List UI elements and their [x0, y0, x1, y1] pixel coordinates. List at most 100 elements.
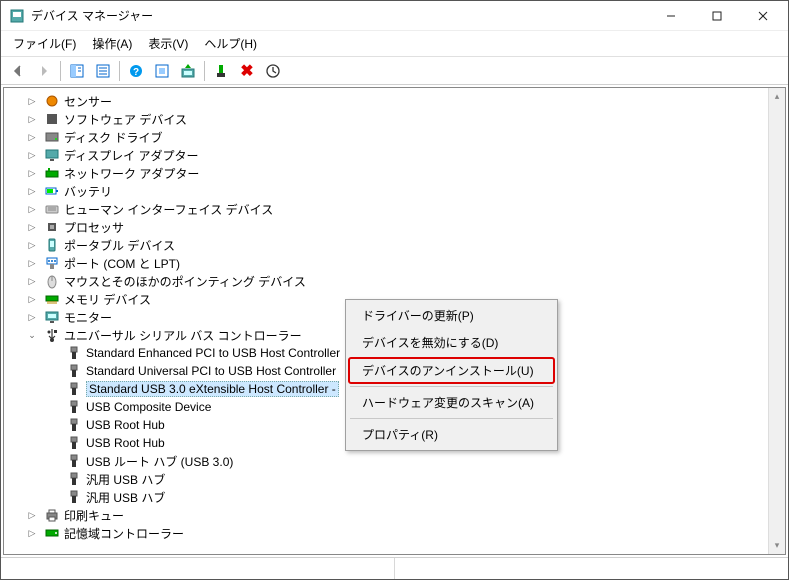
scan-hardware-button[interactable]: [261, 59, 285, 83]
monitor-icon: [44, 309, 60, 325]
expander-icon[interactable]: ▷: [26, 311, 38, 323]
separator-icon: [119, 61, 120, 81]
menu-update-driver[interactable]: ドライバーの更新(P): [348, 302, 555, 329]
battery-icon: [44, 183, 60, 199]
help-button[interactable]: ?: [124, 59, 148, 83]
tree-node-label: ディスプレイ アダプター: [64, 147, 199, 164]
usb-ctrl-icon: [44, 327, 60, 343]
print-icon: [44, 507, 60, 523]
tree-node-label: センサー: [64, 93, 112, 110]
network-icon: [44, 165, 60, 181]
usb-icon: [66, 345, 82, 361]
expander-icon[interactable]: ▷: [26, 257, 38, 269]
tree-node[interactable]: ▷ ディスプレイ アダプター: [22, 146, 768, 164]
menu-file[interactable]: ファイル(F): [5, 33, 84, 54]
properties-button[interactable]: [91, 59, 115, 83]
tree-child-node[interactable]: 汎用 USB ハブ: [22, 488, 768, 506]
expander-icon[interactable]: ▷: [26, 149, 38, 161]
port-icon: [44, 255, 60, 271]
expander-icon[interactable]: ▷: [26, 167, 38, 179]
menu-bar: ファイル(F) 操作(A) 表示(V) ヘルプ(H): [1, 31, 788, 57]
expander-icon[interactable]: ▷: [26, 509, 38, 521]
status-cell: [1, 558, 395, 579]
tree-node-label: ユニバーサル シリアル バス コントローラー: [64, 327, 302, 344]
menu-disable-device[interactable]: デバイスを無効にする(D): [348, 329, 555, 356]
enable-button[interactable]: [209, 59, 233, 83]
expander-icon[interactable]: ▷: [26, 527, 38, 539]
context-menu: ドライバーの更新(P) デバイスを無効にする(D) デバイスのアンインストール(…: [345, 299, 558, 451]
menu-uninstall-device[interactable]: デバイスのアンインストール(U): [348, 357, 555, 384]
tree-node-label: 汎用 USB ハブ: [86, 489, 165, 506]
expander-icon[interactable]: ▷: [26, 95, 38, 107]
back-button[interactable]: [6, 59, 30, 83]
tree-node[interactable]: ▷ヒューマン インターフェイス デバイス: [22, 200, 768, 218]
tree-node[interactable]: ▷ プロセッサ: [22, 218, 768, 236]
tree-node-label: ディスク ドライブ: [64, 129, 163, 146]
expander-icon[interactable]: ▷: [26, 275, 38, 287]
tree-node-label: ポータブル デバイス: [64, 237, 175, 254]
expander-icon[interactable]: ▷: [26, 113, 38, 125]
tree-node-label: Standard USB 3.0 eXtensible Host Control…: [86, 381, 339, 397]
tree-node[interactable]: ▷ ポータブル デバイス: [22, 236, 768, 254]
expander-icon[interactable]: ▷: [26, 203, 38, 215]
hid-icon: [44, 201, 60, 217]
tree-node[interactable]: ▷ネットワーク アダプター: [22, 164, 768, 182]
menu-action[interactable]: 操作(A): [84, 33, 140, 54]
expander-icon[interactable]: ⌄: [26, 329, 38, 341]
tree-node[interactable]: ▷印刷キュー: [22, 506, 768, 524]
status-cell: [395, 558, 788, 579]
close-button[interactable]: [740, 1, 786, 31]
tree-child-node[interactable]: 汎用 USB ハブ: [22, 470, 768, 488]
tree-node[interactable]: ▷ソフトウェア デバイス: [22, 110, 768, 128]
display-icon: [44, 147, 60, 163]
vertical-scrollbar[interactable]: ▴ ▾: [768, 88, 785, 554]
software-icon: [44, 111, 60, 127]
usb-icon: [66, 381, 82, 397]
tree-node-label: ポート (COM と LPT): [64, 255, 180, 272]
app-icon: [9, 8, 25, 24]
toolbar: ? ✖: [1, 57, 788, 85]
tree-node[interactable]: ▷ 記憶域コントローラー: [22, 524, 768, 542]
tree-node[interactable]: ▷ センサー: [22, 92, 768, 110]
usb-icon: [66, 471, 82, 487]
tree-child-node[interactable]: USB ルート ハブ (USB 3.0): [22, 452, 768, 470]
tree-node-label: メモリ デバイス: [64, 291, 151, 308]
tree-node-label: 汎用 USB ハブ: [86, 471, 165, 488]
tree-node-label: USB Root Hub: [86, 436, 165, 450]
show-hide-button[interactable]: [65, 59, 89, 83]
scroll-up-icon[interactable]: ▴: [769, 88, 785, 105]
portable-icon: [44, 237, 60, 253]
menu-scan-hardware[interactable]: ハードウェア変更のスキャン(A): [348, 389, 555, 416]
expander-icon[interactable]: ▷: [26, 239, 38, 251]
tree-node[interactable]: ▷ ポート (COM と LPT): [22, 254, 768, 272]
minimize-button[interactable]: [648, 1, 694, 31]
scroll-down-icon[interactable]: ▾: [769, 537, 785, 554]
svg-text:?: ?: [133, 67, 139, 78]
mouse-icon: [44, 273, 60, 289]
menu-properties[interactable]: プロパティ(R): [348, 421, 555, 448]
maximize-button[interactable]: [694, 1, 740, 31]
status-bar: [1, 557, 788, 579]
usb-icon: [66, 435, 82, 451]
expander-icon[interactable]: ▷: [26, 131, 38, 143]
uninstall-button[interactable]: ✖: [235, 59, 259, 83]
expander-icon[interactable]: ▷: [26, 293, 38, 305]
scan-button[interactable]: [150, 59, 174, 83]
cpu-icon: [44, 219, 60, 235]
sensor-icon: [44, 93, 60, 109]
disk-icon: [44, 129, 60, 145]
tree-node[interactable]: ▷マウスとそのほかのポインティング デバイス: [22, 272, 768, 290]
tree-node-label: 記憶域コントローラー: [64, 525, 184, 542]
tree-node[interactable]: ▷ ディスク ドライブ: [22, 128, 768, 146]
expander-icon[interactable]: ▷: [26, 221, 38, 233]
forward-button[interactable]: [32, 59, 56, 83]
menu-help[interactable]: ヘルプ(H): [196, 33, 265, 54]
expander-icon[interactable]: ▷: [26, 185, 38, 197]
update-driver-button[interactable]: [176, 59, 200, 83]
usb-icon: [66, 453, 82, 469]
tree-node-label: プロセッサ: [64, 219, 124, 236]
menu-view[interactable]: 表示(V): [140, 33, 196, 54]
tree-node-label: Standard Universal PCI to USB Host Contr…: [86, 364, 336, 378]
title-bar: デバイス マネージャー: [1, 1, 788, 31]
tree-node[interactable]: ▷バッテリ: [22, 182, 768, 200]
